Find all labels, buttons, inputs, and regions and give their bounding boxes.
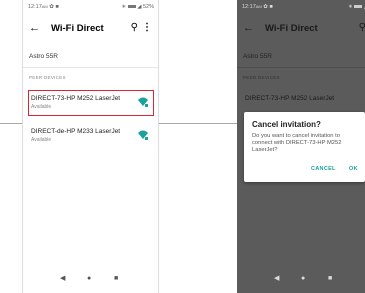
status-time: 12:17 [28,4,42,10]
dialog-message: Do you want to cancel invitation to conn… [252,133,342,154]
peer-device-item[interactable]: DIRECT-73-HP M252 LaserJet Available [28,90,154,116]
connector-line-middle [157,123,237,124]
cancel-button[interactable]: CANCEL [311,165,336,173]
page-title: Wi-Fi Direct [265,23,318,34]
signal-icon: ◢ [137,4,142,10]
gear-icon: ✿ [49,4,54,10]
section-header-peer-devices: PEER DEVICES [29,75,66,80]
peer-device-item[interactable]: DIRECT-de-HP M233 LaserJet Available [29,124,153,148]
phone-screen-wifi-direct: 12:17AM ✿ ■ ∗ ◢ 52% ← Wi-Fi Direct ⚲ ⋮ A… [22,0,159,293]
divider [237,67,365,68]
gear-icon: ✿ [263,4,268,10]
status-time-suffix: AM [41,4,48,9]
navigation-bar: ◀ ● ■ [23,268,158,293]
nav-home-icon[interactable]: ● [87,272,91,286]
bluetooth-icon: ∗ [348,4,353,10]
bluetooth-icon: ∗ [121,4,127,10]
peer-device-status: Available [31,104,52,110]
app-bar: ← Wi-Fi Direct ⚲ [237,14,365,44]
battery-icon [354,5,363,9]
peer-device-name: DIRECT-73-HP M252 LaserJet [245,95,335,102]
nav-back-icon[interactable]: ◀ [274,272,279,286]
search-icon[interactable]: ⚲ [359,21,365,35]
search-icon[interactable]: ⚲ [131,21,138,35]
nav-back-icon[interactable]: ◀ [60,272,65,286]
notification-icon: ■ [269,4,273,10]
cancel-invitation-dialog: Cancel invitation? Do you want to cancel… [244,112,365,182]
nav-recents-icon[interactable]: ■ [328,272,332,286]
status-time-suffix: AM [255,4,262,9]
arrow-back-icon[interactable]: ← [29,21,40,35]
peer-device-name: DIRECT-73-HP M252 LaserJet [31,95,121,102]
this-device-name: Astro 55R [243,53,272,60]
peer-device-status: Available [31,137,52,143]
status-bar: 12:17AM ✿ ■ ∗ ◢ [237,0,365,14]
app-bar: ← Wi-Fi Direct ⚲ ⋮ [23,14,158,44]
wifi-signal-icon [138,130,148,140]
status-bar: 12:17AM ✿ ■ ∗ ◢ 52% [23,0,158,14]
phone-screen-cancel-dialog: 12:17AM ✿ ■ ∗ ◢ ← Wi-Fi Direct ⚲ Astro 5… [237,0,365,293]
page-title: Wi-Fi Direct [51,23,104,34]
battery-percent: 52% [142,4,154,10]
this-device-name[interactable]: Astro 55R [29,52,58,62]
peer-device-name: DIRECT-de-HP M233 LaserJet [31,128,121,135]
nav-home-icon[interactable]: ● [301,272,305,286]
ok-button[interactable]: OK [349,165,358,173]
nav-recents-icon[interactable]: ■ [114,272,118,286]
divider [23,67,158,68]
notification-icon: ■ [55,4,59,10]
navigation-bar: ◀ ● ■ [237,268,365,293]
more-vert-icon[interactable]: ⋮ [142,21,152,35]
dialog-title: Cancel invitation? [252,120,321,129]
arrow-back-icon[interactable]: ← [243,21,254,35]
status-time: 12:17 [242,4,256,10]
battery-icon [127,5,136,9]
section-header-peer-devices: PEER DEVICES [243,75,280,80]
wifi-signal-icon [138,97,148,107]
connector-line-left [0,123,22,124]
